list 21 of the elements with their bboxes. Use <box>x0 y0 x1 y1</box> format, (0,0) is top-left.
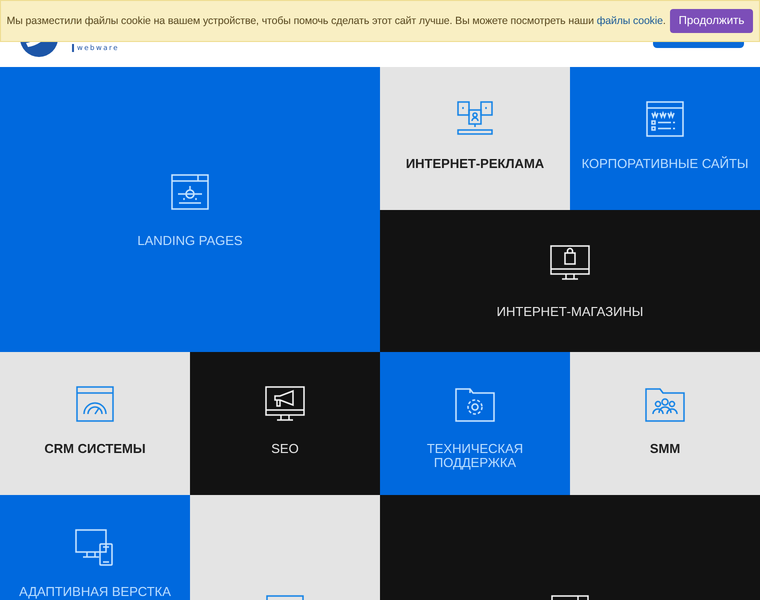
service-label: SMM <box>650 442 680 456</box>
service-label: SEO <box>271 442 299 456</box>
service-tile[interactable]: КОРПОРАТИВНЫЕ САЙТЫ <box>570 67 760 210</box>
service-tile[interactable]: CRM СИСТЕМЫ <box>0 352 190 494</box>
service-tile[interactable]: SEO <box>190 352 380 494</box>
service-label: CRM СИСТЕМЫ <box>44 442 146 456</box>
service-label: ТЕХНИЧЕСКАЯ ПОДДЕРЖКА <box>426 442 524 470</box>
cookie-link[interactable]: файлы cookie <box>596 15 663 27</box>
service-tile[interactable]: ИНТЕРНЕТ-МАГАЗИНЫ <box>380 210 760 352</box>
service-tile[interactable]: SMM <box>570 352 760 494</box>
service-label: АДАПТИВНАЯ ВЕРСТКА <box>19 584 171 598</box>
service-label: ИНТЕРНЕТ-РЕКЛАМА <box>406 157 544 171</box>
service-tile[interactable]: АДАПТИВНАЯ ВЕРСТКА <box>0 494 190 600</box>
service-tile[interactable]: ИНТЕРНЕТ-РЕКЛАМА <box>380 67 570 210</box>
continue-button[interactable]: Продолжить <box>670 9 754 33</box>
service-label: ИНТЕРНЕТ-МАГАЗИНЫ <box>496 304 644 319</box>
service-label: LANDING PAGES <box>137 234 243 248</box>
service-tile[interactable]: LANDING PAGES <box>0 67 380 352</box>
service-label: КОРПОРАТИВНЫЕ САЙТЫ <box>582 157 748 171</box>
service-tile[interactable]: ТЕХНИЧЕСКАЯ ПОДДЕРЖКА <box>380 352 570 494</box>
cookie-notice: Мы разместили файлы cookie на вашем устройстве, чтобы помочь сделать этот сайт лучше. Вы можете посмотреть наши файлы cookie. <box>6 15 666 27</box>
